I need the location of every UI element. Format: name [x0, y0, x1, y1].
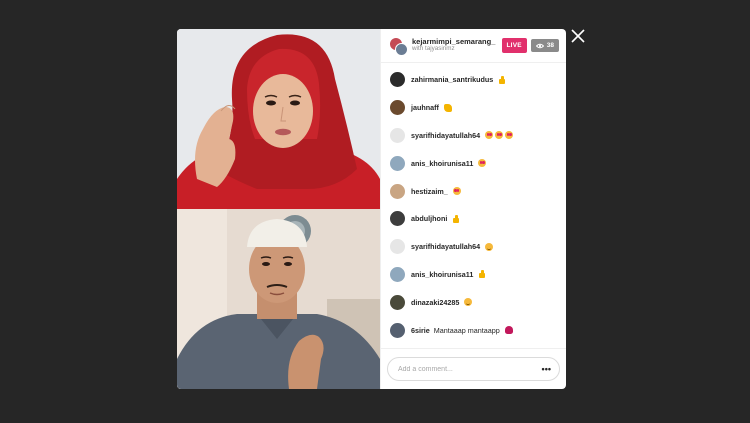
comment-text: syarifhidayatullah64	[411, 242, 494, 251]
eye-icon	[535, 43, 544, 48]
comment-input[interactable]	[398, 365, 542, 373]
comment-item: dinazaki24285	[390, 288, 566, 316]
thumbs-emoji-icon	[498, 75, 506, 84]
comment-avatar[interactable]	[390, 100, 405, 116]
host-avatars[interactable]	[389, 36, 408, 56]
heart-eyes-emoji-icon	[505, 131, 514, 140]
comment-item: hestizaim_	[390, 177, 566, 205]
video-frame-guest	[177, 209, 380, 389]
comment-message: Mantaaap mantaapp	[433, 325, 500, 335]
comment-text: anis_khoirunisa11	[411, 270, 486, 279]
comment-text: syarifhidayatullah64	[411, 131, 514, 140]
comment-list: zahirmania_santrikudus jauhnaff syarifhida…	[381, 63, 566, 348]
comment-avatar[interactable]	[390, 239, 405, 255]
thumbs-emoji-icon	[478, 270, 486, 279]
comment-text: jauhnaff	[411, 103, 452, 112]
comment-username[interactable]: syarifhidayatullah64	[411, 131, 480, 140]
comment-username[interactable]: anis_khoirunisa11	[411, 270, 473, 279]
comment-item: syarifhidayatullah64	[390, 122, 566, 150]
comment-username[interactable]: dinazaki24285	[411, 298, 459, 307]
heart-eyes-emoji-icon	[485, 131, 494, 140]
comment-avatar[interactable]	[390, 294, 405, 310]
comment-item: syarifhidayatullah64	[390, 233, 566, 261]
comment-item: zahirmania_santrikudus	[390, 66, 566, 94]
live-badge: LIVE	[501, 38, 527, 53]
comment-text: dinazaki24285	[411, 298, 473, 307]
live-header: kejarmimpi_semarang_ with tajyasinmz LIV…	[381, 29, 566, 63]
comment-text: anis_khoirunisa11	[411, 159, 487, 168]
smile-emoji-icon	[464, 298, 473, 307]
comment-avatar[interactable]	[390, 211, 405, 227]
comment-avatar[interactable]	[390, 127, 405, 143]
comment-username[interactable]: abduljhoni	[411, 214, 447, 223]
comment-item: anis_khoirunisa11	[390, 149, 566, 177]
comment-username[interactable]: syarifhidayatullah64	[411, 242, 480, 251]
comment-avatar[interactable]	[390, 322, 405, 338]
comment-avatar[interactable]	[390, 72, 405, 88]
guest-avatar	[395, 42, 408, 56]
video-frame-host	[177, 29, 380, 209]
comment-avatar[interactable]	[390, 155, 405, 171]
live-sidebar: kejarmimpi_semarang_ with tajyasinmz LIV…	[380, 29, 566, 389]
comment-item: jauhnaff	[390, 94, 566, 122]
thumbs-emoji-icon	[452, 214, 460, 223]
comment-avatar[interactable]	[390, 266, 405, 282]
comment-box: •••	[387, 357, 560, 381]
live-video-modal: kejarmimpi_semarang_ with tajyasinmz LIV…	[177, 29, 566, 389]
close-button[interactable]	[569, 27, 587, 45]
comment-item: 6sirie Mantaaap mantaapp	[390, 316, 566, 344]
more-options-icon[interactable]: •••	[542, 364, 551, 374]
close-icon	[571, 29, 585, 43]
comment-avatar[interactable]	[390, 183, 405, 199]
comment-username[interactable]: anis_khoirunisa11	[411, 159, 473, 168]
comment-username[interactable]: jauhnaff	[411, 103, 439, 112]
guest-video-top[interactable]	[177, 29, 380, 209]
comment-text: 6sirie Mantaaap mantaapp	[411, 326, 513, 335]
video-area	[177, 29, 380, 389]
heart-eyes-emoji-icon	[478, 159, 487, 168]
guest-video-bottom[interactable]	[177, 209, 380, 389]
comment-username[interactable]: zahirmania_santrikudus	[411, 75, 493, 84]
comment-username[interactable]: 6sirie	[411, 326, 430, 335]
clap-emoji-icon	[443, 103, 452, 112]
smile-emoji-icon	[485, 242, 494, 251]
with-guest-text: with tajyasinmz	[412, 45, 455, 53]
comment-item: anis_khoirunisa11	[390, 261, 566, 289]
viewer-count: 38	[546, 42, 554, 49]
comment-text: abduljhoni	[411, 214, 460, 223]
viewer-count-badge: 38	[530, 39, 559, 52]
comment-text: hestizaim_	[411, 187, 461, 196]
comment-username[interactable]: hestizaim_	[411, 187, 448, 196]
host-info: kejarmimpi_semarang_ with tajyasinmz	[412, 38, 502, 52]
rose-emoji-icon	[504, 326, 513, 335]
comment-item: abduljhoni	[390, 205, 566, 233]
comment-text: zahirmania_santrikudus	[411, 75, 506, 84]
heart-eyes-emoji-icon	[452, 187, 461, 196]
comment-bar: •••	[381, 348, 566, 389]
heart-eyes-emoji-icon	[495, 131, 504, 140]
